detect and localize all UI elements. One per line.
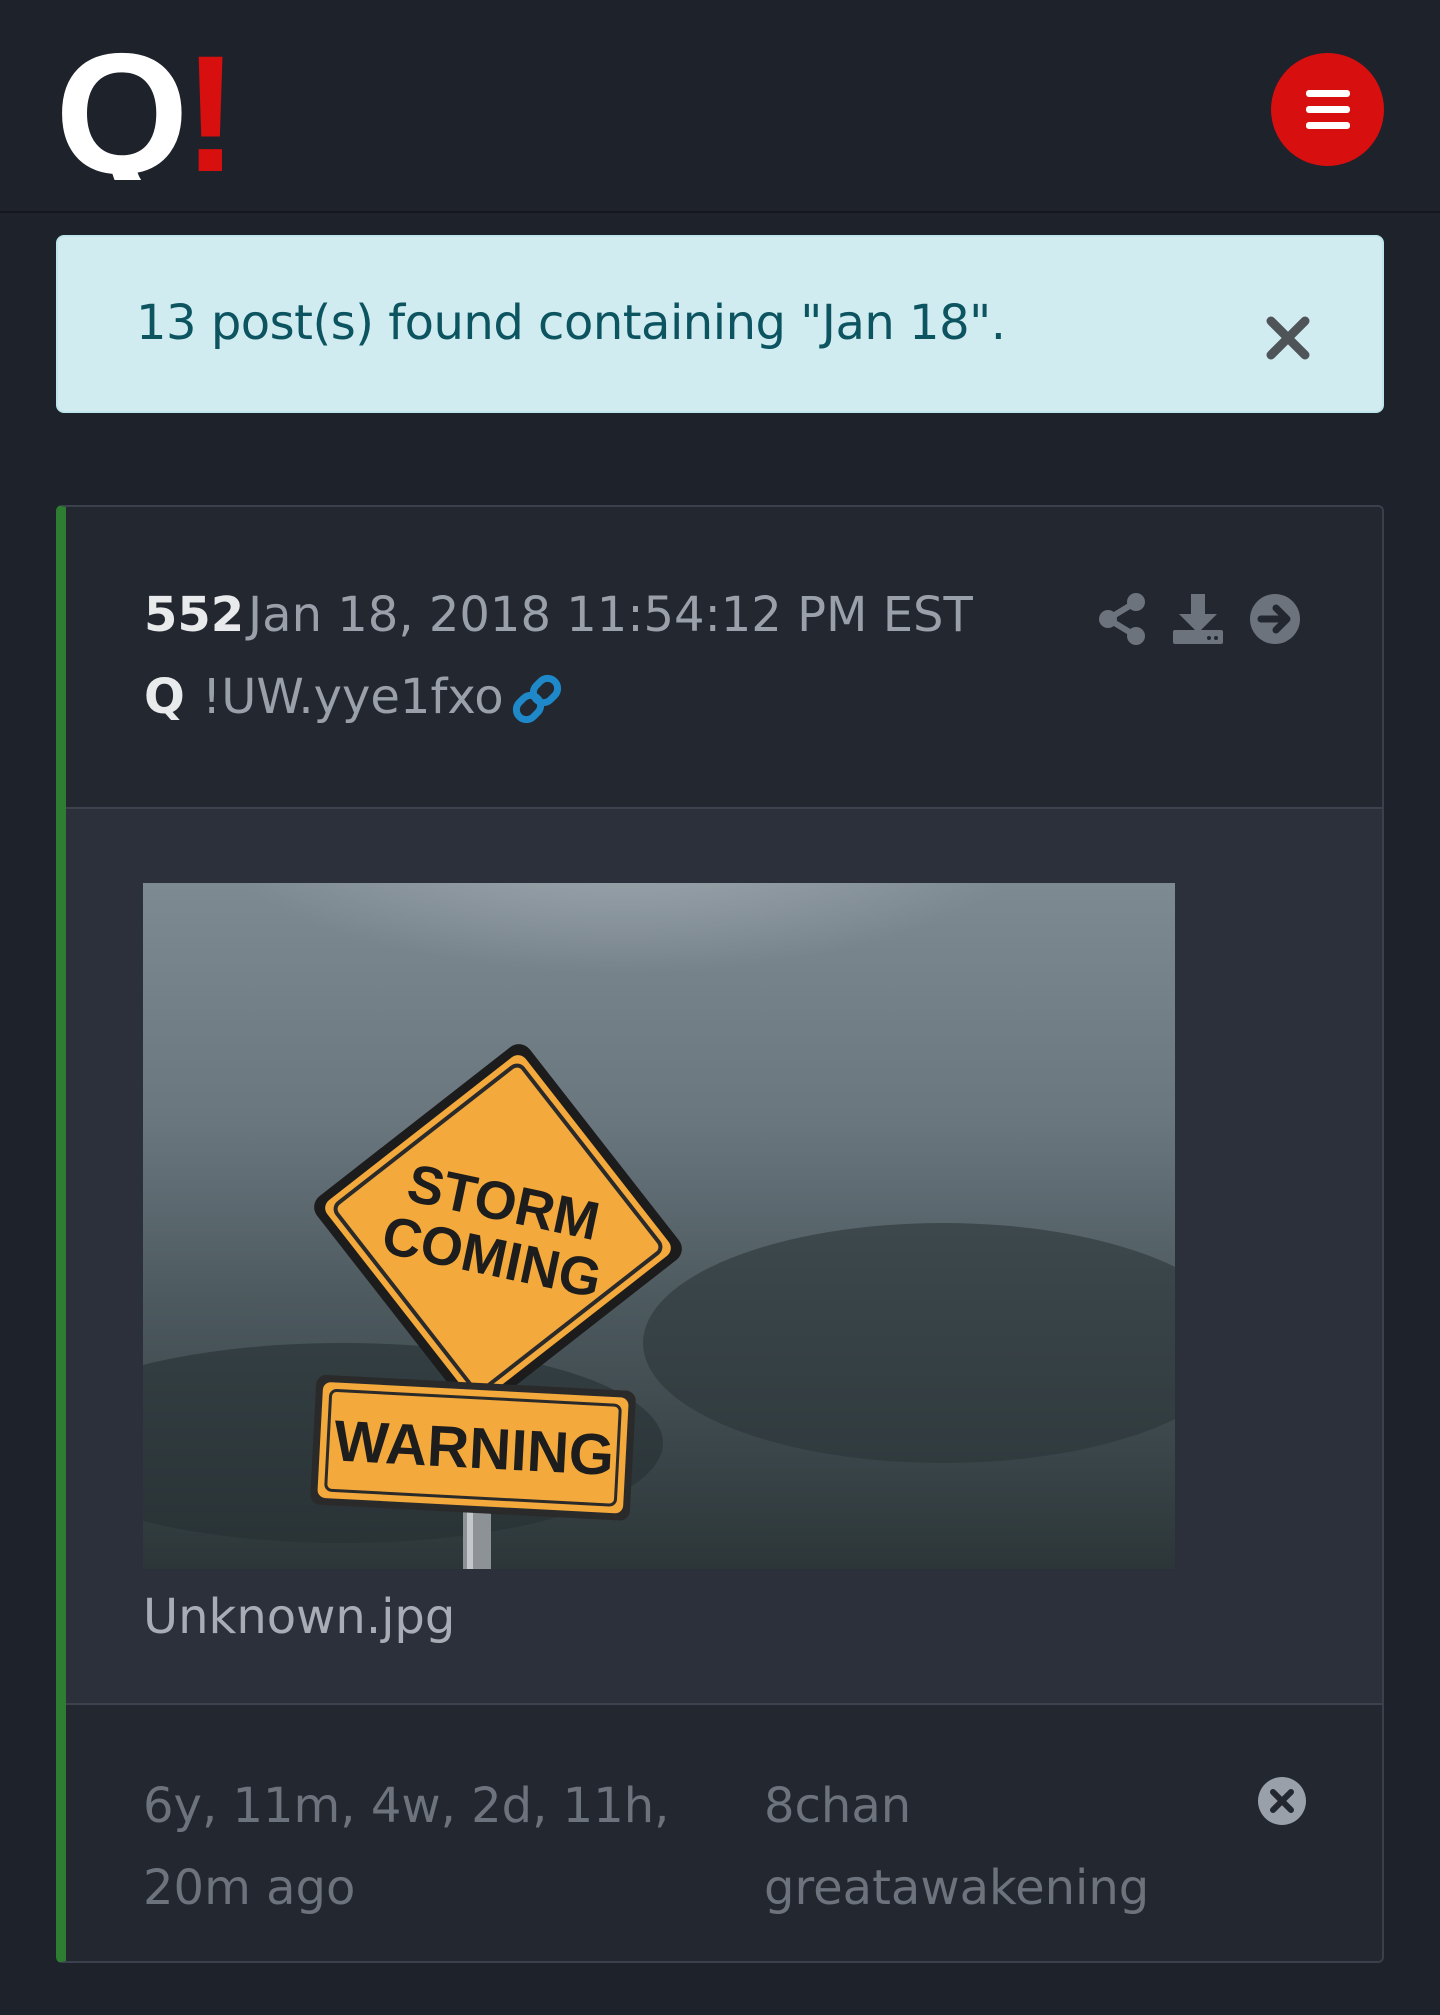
post-body: STORM COMING WARNING Unknown.jpg: [66, 809, 1382, 1705]
q-logo[interactable]: Q !: [55, 45, 230, 180]
close-circle-icon[interactable]: [1256, 1775, 1308, 1827]
logo-letter: Q: [55, 45, 189, 180]
close-icon[interactable]: [1261, 311, 1315, 365]
post-header: 552 Jan 18, 2018 11:54:12 PM EST Q !UW.y…: [66, 507, 1382, 809]
post-card: 552 Jan 18, 2018 11:54:12 PM EST Q !UW.y…: [56, 505, 1384, 1963]
download-icon[interactable]: [1171, 592, 1225, 646]
elapsed-time: 6y, 11m, 4w, 2d, 11h, 20m ago: [143, 1778, 670, 1916]
link-icon[interactable]: [510, 672, 564, 726]
hamburger-icon: [1305, 89, 1350, 129]
search-result-alert: 13 post(s) found containing "Jan 18".: [56, 235, 1384, 413]
alert-message: 13 post(s) found containing "Jan 18".: [136, 295, 1006, 351]
post-date: Jan 18, 2018 11:54:12 PM EST: [248, 587, 973, 643]
arrow-right-icon[interactable]: [1248, 592, 1302, 646]
image-filename[interactable]: Unknown.jpg: [143, 1589, 455, 1645]
menu-button[interactable]: [1271, 53, 1384, 166]
post-source: 8chan greatawakening: [764, 1778, 1150, 1916]
logo-mark: !: [183, 45, 230, 180]
post-number[interactable]: 552: [144, 587, 244, 643]
post-image[interactable]: STORM COMING WARNING: [143, 883, 1175, 1569]
share-icon[interactable]: [1096, 592, 1150, 646]
post-author: Q: [144, 669, 185, 725]
top-navbar: Q !: [0, 0, 1440, 213]
post-footer: 6y, 11m, 4w, 2d, 11h, 20m ago 8chan grea…: [66, 1705, 1382, 1961]
post-tripcode: !UW.yye1fxo: [202, 669, 504, 725]
